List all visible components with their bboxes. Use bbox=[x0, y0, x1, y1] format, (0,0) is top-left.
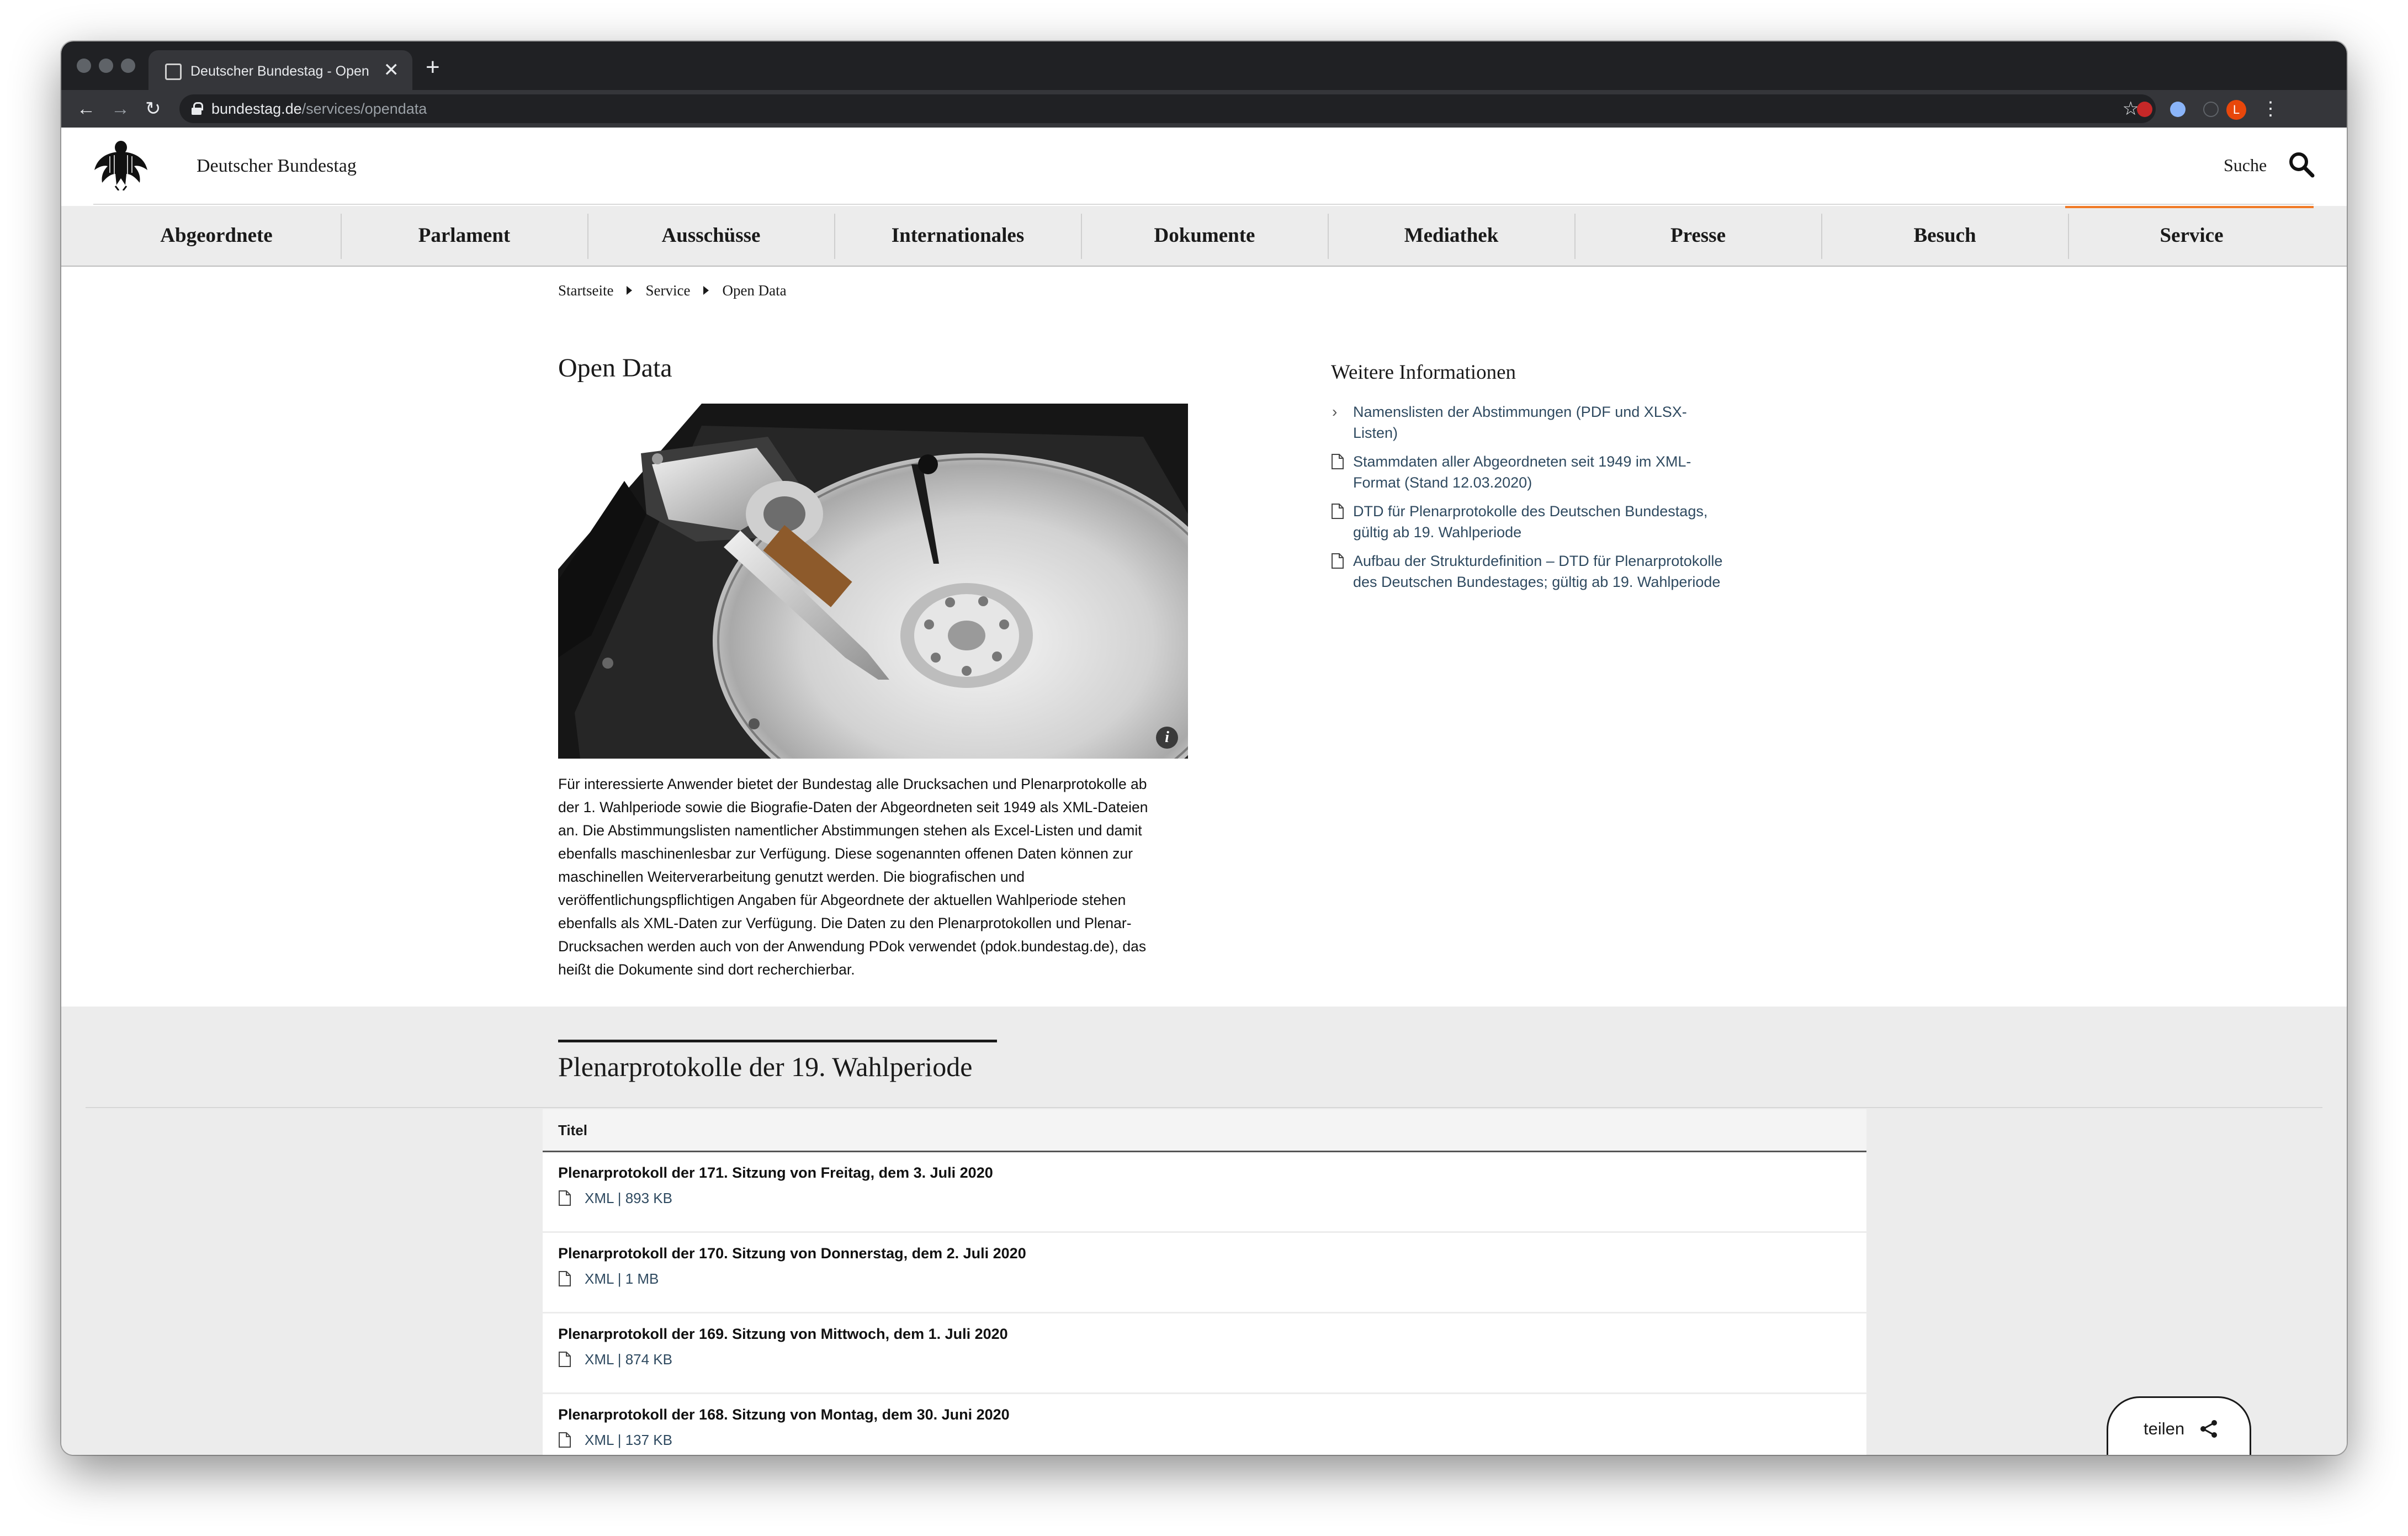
reload-icon[interactable]: ↻ bbox=[145, 97, 161, 121]
breadcrumb-startseite[interactable]: Startseite bbox=[558, 282, 613, 299]
bundesadler-logo[interactable] bbox=[93, 140, 148, 190]
file-icon bbox=[559, 1190, 571, 1206]
table-row: Plenarprotokoll der 170. Sitzung von Don… bbox=[543, 1233, 1866, 1313]
back-icon[interactable]: ← bbox=[77, 97, 96, 121]
site-name[interactable]: Deutscher Bundestag bbox=[197, 154, 357, 178]
main-navigation: Abgeordnete Parlament Ausschüsse Interna… bbox=[61, 206, 2347, 267]
breadcrumb-service[interactable]: Service bbox=[645, 282, 690, 299]
search-label[interactable]: Suche bbox=[2224, 154, 2267, 176]
file-icon bbox=[559, 1432, 571, 1448]
nav-item-ausschuesse[interactable]: Ausschüsse bbox=[588, 210, 834, 261]
favicon-icon bbox=[165, 63, 182, 80]
nav-item-parlament[interactable]: Parlament bbox=[341, 210, 587, 261]
address-bar[interactable]: bundestag.de/services/opendata ☆ bbox=[179, 94, 2156, 123]
window-close-dot[interactable] bbox=[77, 59, 91, 73]
sidebar-link-stammdaten[interactable]: Stammdaten aller Abgeordneten seit 1949 … bbox=[1331, 451, 1751, 493]
table-header: Titel bbox=[543, 1109, 1866, 1152]
nav-active-indicator bbox=[2065, 206, 2314, 208]
new-tab-button[interactable]: + bbox=[426, 54, 440, 81]
browser-toolbar: ← → ↻ bundestag.de/services/opendata ☆ L… bbox=[61, 90, 2347, 128]
lock-icon bbox=[192, 102, 203, 115]
url-text[interactable]: bundestag.de/services/opendata bbox=[211, 99, 427, 119]
window-zoom-dot[interactable] bbox=[121, 59, 135, 73]
sidebar-links: › Namenslisten der Abstimmungen (PDF und… bbox=[1331, 401, 1751, 600]
file-icon bbox=[559, 1352, 571, 1367]
profile-avatar[interactable]: L bbox=[2226, 100, 2246, 120]
sidebar-link-namenslisten[interactable]: › Namenslisten der Abstimmungen (PDF und… bbox=[1331, 401, 1751, 443]
document-icon bbox=[1332, 504, 1344, 519]
section-divider bbox=[86, 1107, 2322, 1108]
section-title: Plenarprotokolle der 19. Wahlperiode bbox=[558, 1051, 973, 1082]
hard-drive-illustration bbox=[558, 404, 1188, 759]
nav-item-presse[interactable]: Presse bbox=[1575, 210, 1821, 261]
nav-item-internationales[interactable]: Internationales bbox=[835, 210, 1081, 261]
ublock-extension-icon[interactable] bbox=[2137, 102, 2152, 117]
extension-icon[interactable] bbox=[2170, 102, 2186, 117]
info-extension-icon[interactable] bbox=[2203, 102, 2219, 117]
document-icon bbox=[1332, 553, 1344, 569]
browser-window: Deutscher Bundestag - Open D ✕ + ← → ↻ b… bbox=[61, 41, 2347, 1455]
forward-icon[interactable]: → bbox=[111, 97, 130, 121]
chevron-right-icon: › bbox=[1332, 403, 1338, 420]
protocol-title: Plenarprotokoll der 171. Sitzung von Fre… bbox=[558, 1164, 993, 1181]
browser-menu-icon[interactable]: ⋮ bbox=[2261, 97, 2280, 121]
intro-text: Für interessierte Anwender bietet der Bu… bbox=[558, 776, 1148, 978]
file-icon bbox=[559, 1271, 571, 1286]
share-label: teilen bbox=[2144, 1419, 2185, 1438]
image-info-icon[interactable]: i bbox=[1156, 727, 1178, 749]
nav-item-dokumente[interactable]: Dokumente bbox=[1081, 210, 1328, 261]
column-header-titel[interactable]: Titel bbox=[558, 1120, 587, 1140]
plenarprotokolle-table: Titel Plenarprotokoll der 171. Sitzung v… bbox=[543, 1109, 1866, 1455]
tab-title: Deutscher Bundestag - Open D bbox=[190, 63, 373, 79]
nav-item-mediathek[interactable]: Mediathek bbox=[1328, 210, 1574, 261]
site-header: Deutscher Bundestag Suche bbox=[61, 128, 2347, 206]
share-icon bbox=[2200, 1420, 2217, 1438]
nav-item-service[interactable]: Service bbox=[2068, 210, 2315, 261]
nav-item-besuch[interactable]: Besuch bbox=[1822, 210, 2068, 261]
breadcrumb: Startseite Service Open Data bbox=[558, 278, 787, 300]
page-title: Open Data bbox=[558, 353, 672, 383]
breadcrumb-current: Open Data bbox=[722, 282, 787, 299]
window-minimize-dot[interactable] bbox=[99, 59, 113, 73]
table-row: Plenarprotokoll der 168. Sitzung von Mon… bbox=[543, 1394, 1866, 1455]
breadcrumb-arrow-icon bbox=[703, 285, 709, 295]
tab-close-icon[interactable]: ✕ bbox=[384, 59, 400, 81]
browser-titlebar: Deutscher Bundestag - Open D ✕ + bbox=[61, 41, 2347, 90]
sidebar-link-strukturdefinition[interactable]: Aufbau der Strukturdefinition – DTD für … bbox=[1331, 550, 1751, 592]
header-divider bbox=[93, 204, 2314, 205]
protocol-title: Plenarprotokoll der 170. Sitzung von Don… bbox=[558, 1245, 1026, 1262]
hero-image-hard-drive: i bbox=[558, 404, 1188, 759]
search-icon[interactable] bbox=[2288, 151, 2315, 178]
protocol-title: Plenarprotokoll der 168. Sitzung von Mon… bbox=[558, 1406, 1010, 1423]
sidebar-link-dtd[interactable]: DTD für Plenarprotokolle des Deutschen B… bbox=[1331, 501, 1751, 543]
nav-item-abgeordnete[interactable]: Abgeordnete bbox=[93, 210, 340, 261]
breadcrumb-arrow-icon bbox=[627, 285, 633, 295]
section-title-bar bbox=[558, 1040, 997, 1042]
table-row: Plenarprotokoll der 171. Sitzung von Fre… bbox=[543, 1152, 1866, 1233]
document-icon bbox=[1332, 454, 1344, 469]
table-row: Plenarprotokoll der 169. Sitzung von Mit… bbox=[543, 1313, 1866, 1394]
browser-tab[interactable]: Deutscher Bundestag - Open D ✕ bbox=[148, 50, 412, 90]
sidebar-title: Weitere Informationen bbox=[1331, 361, 1516, 384]
protocol-title: Plenarprotokoll der 169. Sitzung von Mit… bbox=[558, 1326, 1008, 1342]
share-button[interactable]: teilen bbox=[2107, 1396, 2251, 1455]
